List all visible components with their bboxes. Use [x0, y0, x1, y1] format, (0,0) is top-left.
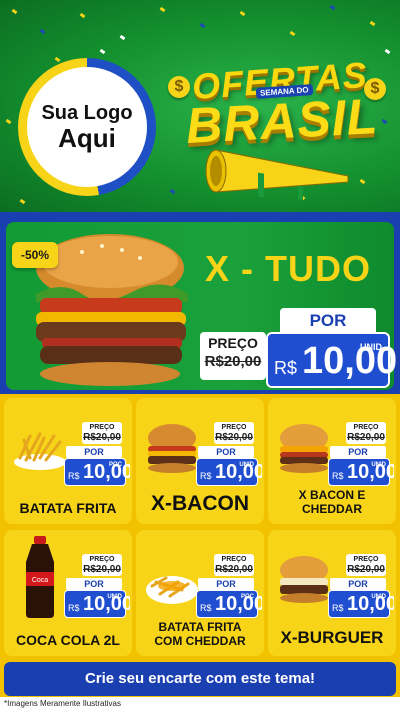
svg-text:Coca: Coca	[32, 577, 48, 584]
product-card-x-bacon-e-cheddar[interactable]: PREÇO R$20,00 POR R$ 10,00 UNID X BACON …	[268, 398, 396, 524]
fries-cheddar-image	[146, 576, 198, 604]
currency-symbol: R$	[68, 471, 80, 481]
confetti	[239, 10, 246, 17]
new-price-box: R$ 10,00 UNID	[196, 458, 262, 486]
old-price-box: PREÇO R$20,00	[214, 422, 254, 444]
confetti	[11, 8, 18, 15]
old-price-box: PREÇO R$20,00	[346, 554, 386, 576]
logo-text-line1: Sua Logo	[41, 102, 133, 124]
old-price-label: PREÇO	[221, 424, 247, 431]
product-name: X BACON E CHEDDAR	[298, 488, 366, 516]
old-price-value: R$20,00	[347, 432, 385, 443]
currency-symbol: R$	[332, 603, 344, 613]
product-name: X-BACON	[151, 492, 249, 515]
dollar-coin-icon: $	[364, 78, 386, 100]
vuvuzela-icon	[205, 149, 349, 200]
old-price-box: PREÇO R$20,00	[200, 332, 266, 380]
product-card-coca-cola-2l[interactable]: Coca PREÇO R$20,00 POR R$ 10,00 UNID COC…	[4, 530, 132, 656]
unit-label: UNID	[107, 594, 122, 600]
unit-label: UNID	[239, 462, 254, 468]
currency-symbol: R$	[274, 358, 298, 378]
product-card-batata-frita[interactable]: PREÇO R$20,00 POR R$ 10,00 POÇ BATATA FR…	[4, 398, 132, 524]
burger-image	[280, 556, 328, 603]
confetti	[159, 6, 166, 13]
confetti	[39, 28, 46, 35]
por-label: POR	[198, 446, 254, 458]
featured-product-name: X - TUDO	[205, 248, 371, 289]
new-price-box: R$ 10,00 POÇ	[196, 590, 262, 618]
burger-image	[148, 424, 196, 473]
unit-label: UNID	[371, 462, 386, 468]
dollar-coin-icon: $	[168, 76, 190, 98]
product-card-batata-frita-com-cheddar[interactable]: PREÇO R$20,00 POR R$ 10,00 POÇ BATATA FR…	[136, 530, 264, 656]
unit-label: UNID	[360, 342, 382, 352]
old-price-box: PREÇO R$20,00	[214, 554, 254, 576]
discount-badge: -50%	[12, 242, 58, 268]
confetti	[289, 30, 296, 37]
fries-image	[14, 432, 66, 470]
soda-bottle-image: Coca	[26, 536, 54, 618]
old-price-label: PREÇO	[353, 424, 379, 431]
new-price-value: 10,00	[302, 340, 398, 382]
currency-symbol: R$	[200, 603, 212, 613]
old-price-label: PREÇO	[89, 424, 115, 431]
new-price-box: R$ 10,00 UNID	[328, 590, 394, 618]
old-price-label: PREÇO	[353, 556, 379, 563]
unit-label: UNID	[371, 594, 386, 600]
confetti	[381, 118, 388, 125]
new-price-box: R$ 10,00 UNID	[328, 458, 394, 486]
old-price-box: PREÇO R$20,00	[346, 422, 386, 444]
old-price-value: R$20,00	[215, 432, 253, 443]
old-price-label: PREÇO	[221, 556, 247, 563]
por-label: POR	[330, 578, 386, 590]
confetti	[329, 4, 336, 11]
cta-banner[interactable]: Crie seu encarte com este tema!	[4, 662, 396, 696]
currency-symbol: R$	[332, 471, 344, 481]
product-name: BATATA FRITA COM CHEDDAR	[154, 620, 246, 648]
confetti	[119, 34, 126, 41]
old-price-value: R$20,00	[204, 353, 262, 370]
new-price-value: 10,00	[83, 461, 132, 483]
old-price-label: PREÇO	[89, 556, 115, 563]
confetti	[369, 20, 376, 27]
por-label: POR	[198, 578, 254, 590]
confetti	[384, 48, 391, 55]
new-price-box: R$ 10,00 UNID	[64, 590, 130, 618]
new-price-box: R$ 10,00 UNID	[266, 332, 397, 388]
logo-text-line2: Aqui	[58, 123, 116, 153]
old-price-value: R$20,00	[83, 564, 121, 575]
confetti	[54, 56, 61, 63]
old-price-label: PREÇO	[208, 335, 258, 351]
product-name: BATATA FRITA	[19, 500, 117, 516]
currency-symbol: R$	[68, 603, 80, 613]
burger-image	[280, 424, 328, 473]
confetti	[99, 48, 106, 55]
product-card-x-bacon[interactable]: PREÇO R$20,00 POR R$ 10,00 UNID X-BACON	[136, 398, 264, 524]
confetti	[79, 12, 86, 19]
product-name: COCA COLA 2L	[16, 632, 120, 648]
unit-label: POÇ	[240, 594, 254, 600]
por-label: POR	[330, 446, 386, 458]
old-price-value: R$20,00	[347, 564, 385, 575]
product-name: X-BURGUER	[280, 628, 384, 647]
old-price-value: R$20,00	[215, 564, 253, 575]
product-card-x-burguer[interactable]: PREÇO R$20,00 POR R$ 10,00 UNID X-BURGUE…	[268, 530, 396, 656]
logo-placeholder: Sua Logo Aqui	[27, 67, 147, 187]
old-price-box: PREÇO R$20,00	[82, 554, 122, 576]
confetti	[359, 178, 366, 185]
unit-label: POÇ	[108, 462, 122, 468]
currency-symbol: R$	[200, 471, 212, 481]
por-label: POR	[280, 308, 376, 334]
new-price-value: 10,00	[215, 593, 264, 615]
old-price-value: R$20,00	[83, 432, 121, 443]
por-label: POR	[66, 578, 122, 590]
confetti	[19, 198, 26, 205]
confetti	[5, 118, 12, 125]
new-price-box: R$ 10,00 POÇ	[64, 458, 130, 486]
por-label: POR	[66, 446, 122, 458]
confetti	[169, 188, 176, 195]
old-price-box: PREÇO R$20,00	[82, 422, 122, 444]
disclaimer-text: *Imagens Meramente Ilustrativas	[0, 697, 400, 711]
confetti	[199, 22, 206, 29]
